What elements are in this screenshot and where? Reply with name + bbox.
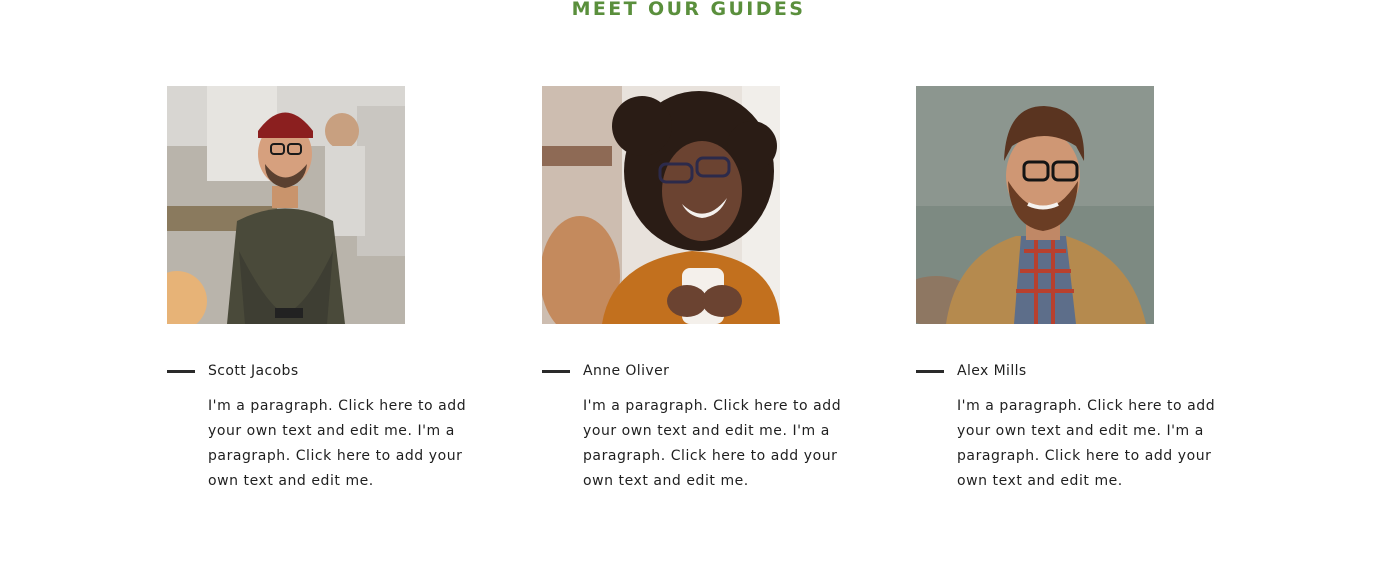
guide-bio[interactable]: I'm a paragraph. Click here to add your … [208,394,470,494]
dash-divider [167,369,195,373]
dash-divider [916,369,944,373]
portrait-woman-curly-hair-icon [542,86,780,324]
guide-card-anne: Anne Oliver I'm a paragraph. Click here … [542,86,842,489]
section-title: MEET OUR GUIDES [571,0,806,20]
guide-name: Alex Mills [957,363,1027,379]
guide-name-row: Anne Oliver [542,363,669,379]
portrait-man-red-beanie-icon [167,86,405,324]
guide-photo[interactable] [542,86,780,324]
guide-card-scott: Scott Jacobs I'm a paragraph. Click here… [167,86,467,489]
guide-name-row: Alex Mills [916,363,1027,379]
guide-photo[interactable] [916,86,1154,324]
guide-bio[interactable]: I'm a paragraph. Click here to add your … [583,394,845,494]
guide-photo[interactable] [167,86,405,324]
guide-name: Anne Oliver [583,363,670,379]
guide-bio[interactable]: I'm a paragraph. Click here to add your … [957,394,1219,494]
guide-name: Scott Jacobs [208,363,299,379]
guide-card-alex: Alex Mills I'm a paragraph. Click here t… [916,86,1216,489]
guide-name-row: Scott Jacobs [167,363,299,379]
dash-divider [542,369,570,373]
portrait-man-glasses-jacket-icon [916,86,1154,324]
